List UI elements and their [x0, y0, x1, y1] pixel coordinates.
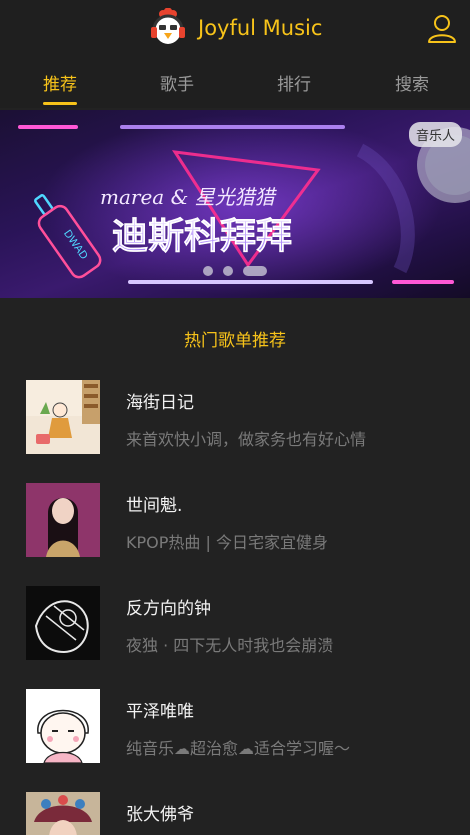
tab-search[interactable]: 搜索 — [382, 70, 442, 95]
banner-carousel[interactable]: DWAD marea & 星光猎猎 迪斯科拜拜 音乐人 — [0, 110, 470, 298]
playlist-name: 海街日记 — [126, 393, 194, 413]
tab-label: 搜索 — [395, 75, 429, 95]
tab-label: 歌手 — [160, 75, 194, 95]
playlist-item[interactable]: 平泽唯唯 纯音乐☁超治愈☁适合学习喔～ — [0, 687, 470, 767]
playlist-cover — [26, 689, 100, 763]
playlist-desc: 纯音乐☁超治愈☁适合学习喔～ — [126, 739, 351, 758]
banner-line2: 迪斯科拜拜 — [112, 216, 292, 257]
playlist-name: 反方向的钟 — [126, 599, 211, 619]
banner-tag: 音乐人 — [408, 122, 462, 147]
playlist-item[interactable]: 海街日记 来首欢快小调，做家务也有好心情 — [0, 378, 470, 458]
playlist-item[interactable]: 张大佛爷 — [0, 790, 470, 835]
playlist-item[interactable]: 反方向的钟 夜独 · 四下无人时我也会崩溃 — [0, 584, 470, 664]
tab-singers[interactable]: 歌手 — [147, 70, 207, 95]
tab-label: 排行 — [277, 75, 311, 95]
logo[interactable]: Joyful Music — [148, 8, 322, 48]
playlist-desc: KPOP热曲 | 今日宅家宜健身 — [126, 533, 328, 552]
carousel-indicators — [0, 264, 470, 276]
app-root: Joyful Music 推荐 歌手 排行 搜索 DWAD marea & 星光… — [0, 0, 470, 835]
carousel-dot-2[interactable] — [223, 266, 233, 276]
playlist-name: 张大佛爷 — [126, 805, 194, 825]
chicken-headphones-logo-icon — [151, 8, 185, 44]
user-profile-button[interactable] — [426, 12, 458, 44]
playlist-name: 平泽唯唯 — [126, 702, 194, 722]
playlist-cover — [26, 586, 100, 660]
banner-line1: marea & 星光猎猎 — [100, 185, 278, 209]
app-header: Joyful Music — [0, 0, 470, 56]
tab-recommend[interactable]: 推荐 — [30, 70, 90, 105]
active-tab-underline — [43, 102, 77, 105]
playlist-cover — [26, 792, 100, 835]
playlist-cover — [26, 380, 100, 454]
playlist-desc: 来首欢快小调，做家务也有好心情 — [126, 430, 367, 449]
section-title: 热门歌单推荐 — [184, 331, 286, 351]
carousel-dot-3-active[interactable] — [243, 266, 267, 276]
tab-label: 推荐 — [43, 75, 77, 95]
app-title: Joyful Music — [198, 16, 323, 40]
nav-tabs: 推荐 歌手 排行 搜索 — [0, 56, 470, 108]
user-icon — [428, 15, 456, 43]
tab-rankings[interactable]: 排行 — [264, 70, 324, 95]
carousel-dot-1[interactable] — [203, 266, 213, 276]
playlist-desc: 夜独 · 四下无人时我也会崩溃 — [126, 636, 334, 655]
playlist-item[interactable]: 世间魁. KPOP热曲 | 今日宅家宜健身 — [0, 481, 470, 561]
playlist-cover — [26, 483, 100, 557]
playlist-name: 世间魁. — [126, 496, 183, 516]
